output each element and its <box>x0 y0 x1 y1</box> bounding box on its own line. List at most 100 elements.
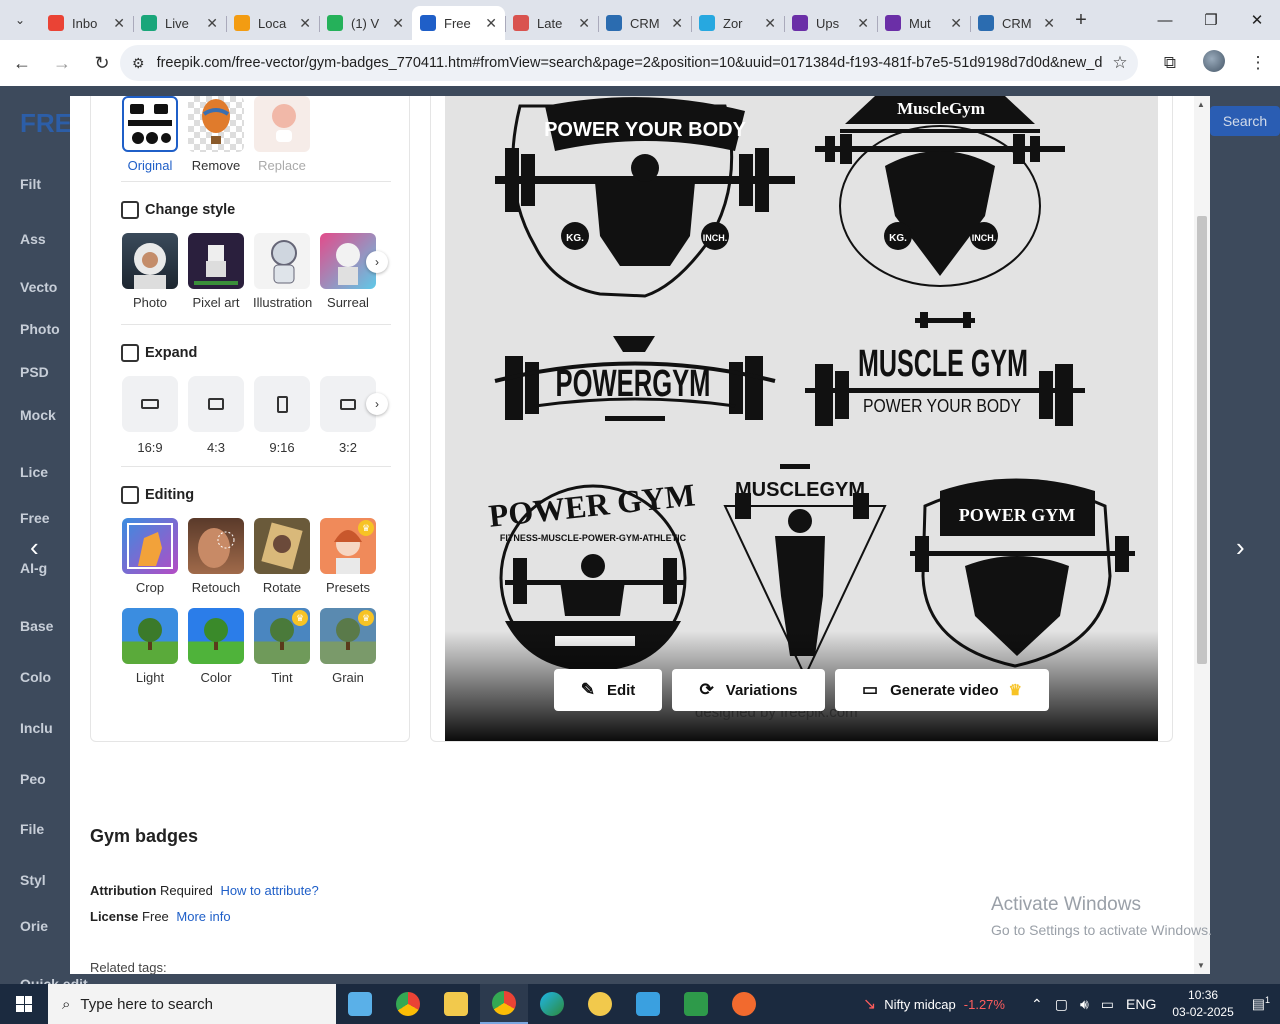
restore-icon[interactable]: ❐ <box>1188 0 1234 40</box>
volume-icon[interactable]: 🔊︎ <box>1080 996 1089 1013</box>
meet-now-icon[interactable]: ▢ <box>1055 996 1068 1013</box>
edit-tint[interactable]: ♛ Tint <box>253 608 311 685</box>
color-label: Color <box>200 670 232 685</box>
close-tab-icon[interactable]: ✕ <box>299 15 311 32</box>
browser-tab[interactable]: CRM ✕ <box>598 6 691 40</box>
grain-label: Grain <box>332 670 364 685</box>
forward-arrow-icon[interactable]: → <box>44 45 80 81</box>
replace-option[interactable]: Replace <box>253 96 311 173</box>
profile-avatar[interactable] <box>1192 49 1236 77</box>
expand-9-16[interactable]: 9:16 <box>253 376 311 455</box>
address-bar[interactable]: ⚙ freepik.com/free-vector/gym-badges_770… <box>120 45 1138 81</box>
expand-16-9[interactable]: 16:9 <box>121 376 179 455</box>
taskbar-file-explorer-icon[interactable] <box>432 984 480 1024</box>
start-button[interactable] <box>0 984 48 1024</box>
browser-tab[interactable]: Inbo ✕ <box>40 6 133 40</box>
system-tray: ↘ Nifty midcap -1.27% ⌃ ▢ 🔊︎ ▭ ENG 10:36… <box>863 984 1280 1024</box>
browser-tab[interactable]: Ups ✕ <box>784 6 877 40</box>
language-indicator[interactable]: ENG <box>1126 996 1156 1012</box>
browser-tab[interactable]: (1) V ✕ <box>319 6 412 40</box>
original-option[interactable]: Original <box>121 96 179 173</box>
close-tab-icon[interactable]: ✕ <box>113 15 125 32</box>
url-text[interactable]: freepik.com/free-vector/gym-badges_77041… <box>157 55 1102 71</box>
show-hidden-icons-icon[interactable]: ⌃ <box>1031 996 1043 1013</box>
variations-button[interactable]: ⟳ Variations <box>672 669 825 711</box>
clock[interactable]: 10:36 03-02-2025 <box>1172 987 1233 1021</box>
close-tab-icon[interactable]: ✕ <box>578 15 590 32</box>
close-window-icon[interactable]: ✕ <box>1234 0 1280 40</box>
new-tab-button[interactable]: + <box>1063 0 1099 40</box>
browser-tab[interactable]: Free ✕ <box>412 6 505 40</box>
style-pixel-art[interactable]: Pixel art <box>187 233 245 310</box>
previous-resource-arrow-icon[interactable]: ‹ <box>30 532 39 563</box>
taskbar-chrome-active-icon[interactable] <box>480 984 528 1024</box>
how-to-attribute-link[interactable]: How to attribute? <box>220 883 318 898</box>
svg-text:MUSCLE GYM: MUSCLE GYM <box>858 343 1028 385</box>
tab-title: CRM <box>630 15 660 31</box>
style-illustration[interactable]: Illustration <box>253 233 312 310</box>
taskbar-excel-icon[interactable] <box>672 984 720 1024</box>
stock-widget[interactable]: ↘ Nifty midcap -1.27% <box>863 994 1005 1014</box>
light-label: Light <box>135 670 165 685</box>
taskbar-app-cube[interactable] <box>336 984 384 1024</box>
back-arrow-icon[interactable]: ← <box>4 45 40 81</box>
browser-tab[interactable]: CRM ✕ <box>970 6 1063 40</box>
reload-icon[interactable]: ↻ <box>84 45 120 81</box>
browser-tab[interactable]: Loca ✕ <box>226 6 319 40</box>
browser-tab[interactable]: Mut ✕ <box>877 6 970 40</box>
tab-search-button[interactable]: ⌄ <box>0 0 40 40</box>
tint-label: Tint <box>271 670 293 685</box>
close-tab-icon[interactable]: ✕ <box>1043 15 1055 32</box>
next-resource-arrow-icon[interactable]: › <box>1236 532 1245 563</box>
more-info-link[interactable]: More info <box>176 909 230 924</box>
modal-scrollbar[interactable]: ▲ ▼ <box>1194 96 1210 974</box>
close-tab-icon[interactable]: ✕ <box>392 15 404 32</box>
taskbar-chrome-icon[interactable] <box>384 984 432 1024</box>
edit-color[interactable]: Color <box>187 608 245 685</box>
bookmark-star-icon[interactable]: ☆ <box>1102 53 1138 73</box>
minimize-icon[interactable]: — <box>1142 0 1188 40</box>
browser-menu-icon[interactable]: ⋮ <box>1236 53 1280 73</box>
browser-tab[interactable]: Live ✕ <box>133 6 226 40</box>
tab-title: Mut <box>909 15 931 31</box>
image-preview[interactable]: POWER YOUR BODY KG. INCH. MuscleGym KG. … <box>445 96 1158 741</box>
edit-presets[interactable]: ♛ Presets <box>319 518 377 595</box>
network-icon[interactable]: ▭ <box>1101 996 1114 1013</box>
expand-3-2[interactable]: 3:2 <box>319 376 377 455</box>
taskbar-app-orange[interactable] <box>720 984 768 1024</box>
edit-retouch[interactable]: Retouch <box>187 518 245 595</box>
presets-thumbnail: ♛ <box>320 518 376 574</box>
close-tab-icon[interactable]: ✕ <box>764 15 776 32</box>
crm-icon <box>606 15 622 31</box>
edit-rotate[interactable]: Rotate <box>253 518 311 595</box>
scroll-thumb[interactable] <box>1197 216 1207 664</box>
style-surreal[interactable]: Surreal <box>319 233 377 310</box>
scroll-down-icon[interactable]: ▼ <box>1197 961 1205 970</box>
notifications-icon[interactable]: ▤1 <box>1252 995 1270 1013</box>
remove-background-option[interactable]: Remove <box>187 96 245 173</box>
edit-crop[interactable]: Crop <box>121 518 179 595</box>
site-info-icon[interactable]: ⚙ <box>132 55 145 72</box>
close-tab-icon[interactable]: ✕ <box>485 15 497 32</box>
edit-grain[interactable]: ♛ Grain <box>319 608 377 685</box>
browser-tab[interactable]: Zor ✕ <box>691 6 784 40</box>
close-tab-icon[interactable]: ✕ <box>671 15 683 32</box>
taskbar-search[interactable]: ⌕ Type here to search <box>48 984 336 1024</box>
close-tab-icon[interactable]: ✕ <box>950 15 962 32</box>
close-tab-icon[interactable]: ✕ <box>857 15 869 32</box>
expand-4-3[interactable]: 4:3 <box>187 376 245 455</box>
scroll-up-icon[interactable]: ▲ <box>1197 100 1205 109</box>
browser-tab[interactable]: Late ✕ <box>505 6 598 40</box>
extensions-icon[interactable]: ⧉ <box>1148 53 1192 73</box>
style-photo[interactable]: Photo <box>121 233 179 310</box>
generate-video-button[interactable]: ▭ Generate video ♛ <box>835 669 1049 711</box>
browser-toolbar: ← → ↻ ⚙ freepik.com/free-vector/gym-badg… <box>0 40 1280 86</box>
expand-next-arrow-icon[interactable]: › <box>366 393 388 415</box>
taskbar-edge-icon[interactable] <box>528 984 576 1024</box>
edit-button[interactable]: ✎ Edit <box>554 669 662 711</box>
edit-light[interactable]: Light <box>121 608 179 685</box>
style-next-arrow-icon[interactable]: › <box>366 251 388 273</box>
taskbar-app-yellow[interactable] <box>576 984 624 1024</box>
taskbar-app-cloud[interactable] <box>624 984 672 1024</box>
close-tab-icon[interactable]: ✕ <box>206 15 218 32</box>
